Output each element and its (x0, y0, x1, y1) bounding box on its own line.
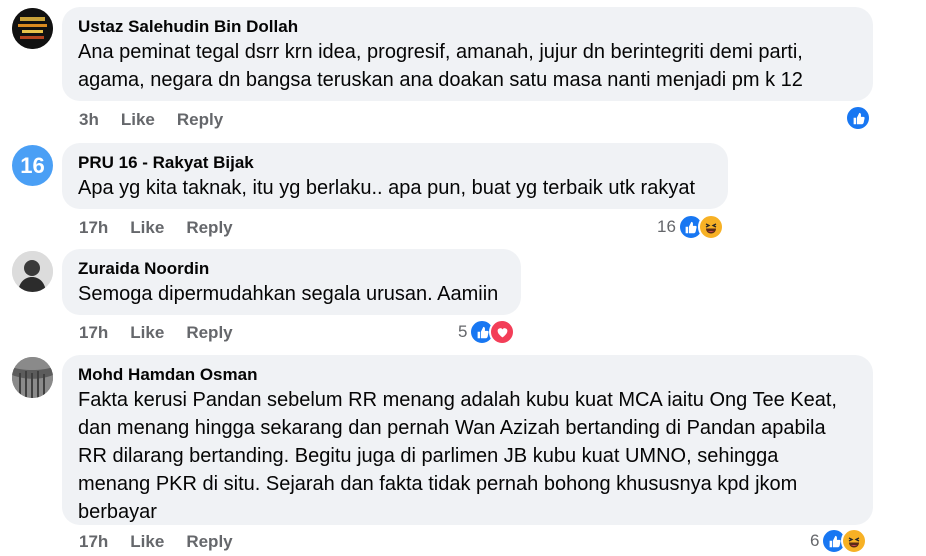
reaction-count: 5 (458, 322, 468, 341)
avatar-label: 16 (20, 152, 45, 178)
reaction-summary[interactable] (845, 105, 871, 131)
avatar[interactable] (12, 8, 53, 49)
comment-actions: 17h Like Reply (79, 218, 233, 238)
comment-text: Fakta kerusi Pandan sebelum RR menang ad… (78, 389, 837, 523)
comment-actions: 3h Like Reply (79, 110, 223, 130)
comment-author[interactable]: Ustaz Salehudin Bin Dollah (78, 16, 857, 38)
like-button[interactable]: Like (130, 323, 164, 343)
comment-author[interactable]: Mohd Hamdan Osman (78, 364, 857, 386)
reply-button[interactable]: Reply (186, 218, 232, 238)
reply-button[interactable]: Reply (186, 323, 232, 343)
reaction-summary[interactable]: 16 (657, 214, 724, 240)
comment-text: Ana peminat tegal dsrr krn idea, progres… (78, 41, 803, 91)
heart-icon (489, 319, 516, 345)
reaction-summary[interactable]: 5 (458, 319, 516, 345)
comment-text: Apa yg kita taknak, itu yg berlaku.. apa… (78, 177, 696, 199)
comment-bubble: Ustaz Salehudin Bin Dollah Ana peminat t… (62, 7, 873, 101)
comment-timestamp[interactable]: 17h (79, 218, 108, 238)
haha-icon (697, 214, 724, 240)
comment-author[interactable]: PRU 16 - Rakyat Bijak (78, 152, 712, 174)
reaction-count: 6 (810, 531, 820, 550)
comment-bubble: Mohd Hamdan Osman Fakta kerusi Pandan se… (62, 355, 873, 525)
comment-text: Semoga dipermudahkan segala urusan. Aami… (78, 283, 499, 305)
comment-timestamp[interactable]: 3h (79, 110, 99, 130)
reply-button[interactable]: Reply (177, 110, 223, 130)
avatar[interactable] (12, 251, 53, 292)
avatar[interactable]: 16 (12, 145, 53, 186)
comment-bubble: Zuraida Noordin Semoga dipermudahkan seg… (62, 249, 521, 315)
haha-icon (841, 528, 868, 554)
reaction-count: 16 (657, 217, 676, 236)
reaction-summary[interactable]: 6 (810, 528, 868, 554)
like-button[interactable]: Like (121, 110, 155, 130)
like-icon (845, 105, 871, 131)
comment-author[interactable]: Zuraida Noordin (78, 258, 505, 280)
comment-timestamp[interactable]: 17h (79, 532, 108, 552)
comment-actions: 17h Like Reply (79, 532, 233, 552)
like-button[interactable]: Like (130, 218, 164, 238)
like-button[interactable]: Like (130, 532, 164, 552)
comment-timestamp[interactable]: 17h (79, 323, 108, 343)
reply-button[interactable]: Reply (186, 532, 232, 552)
comment-bubble: PRU 16 - Rakyat Bijak Apa yg kita taknak… (62, 143, 728, 209)
comment-actions: 17h Like Reply (79, 323, 233, 343)
avatar[interactable] (12, 357, 53, 398)
